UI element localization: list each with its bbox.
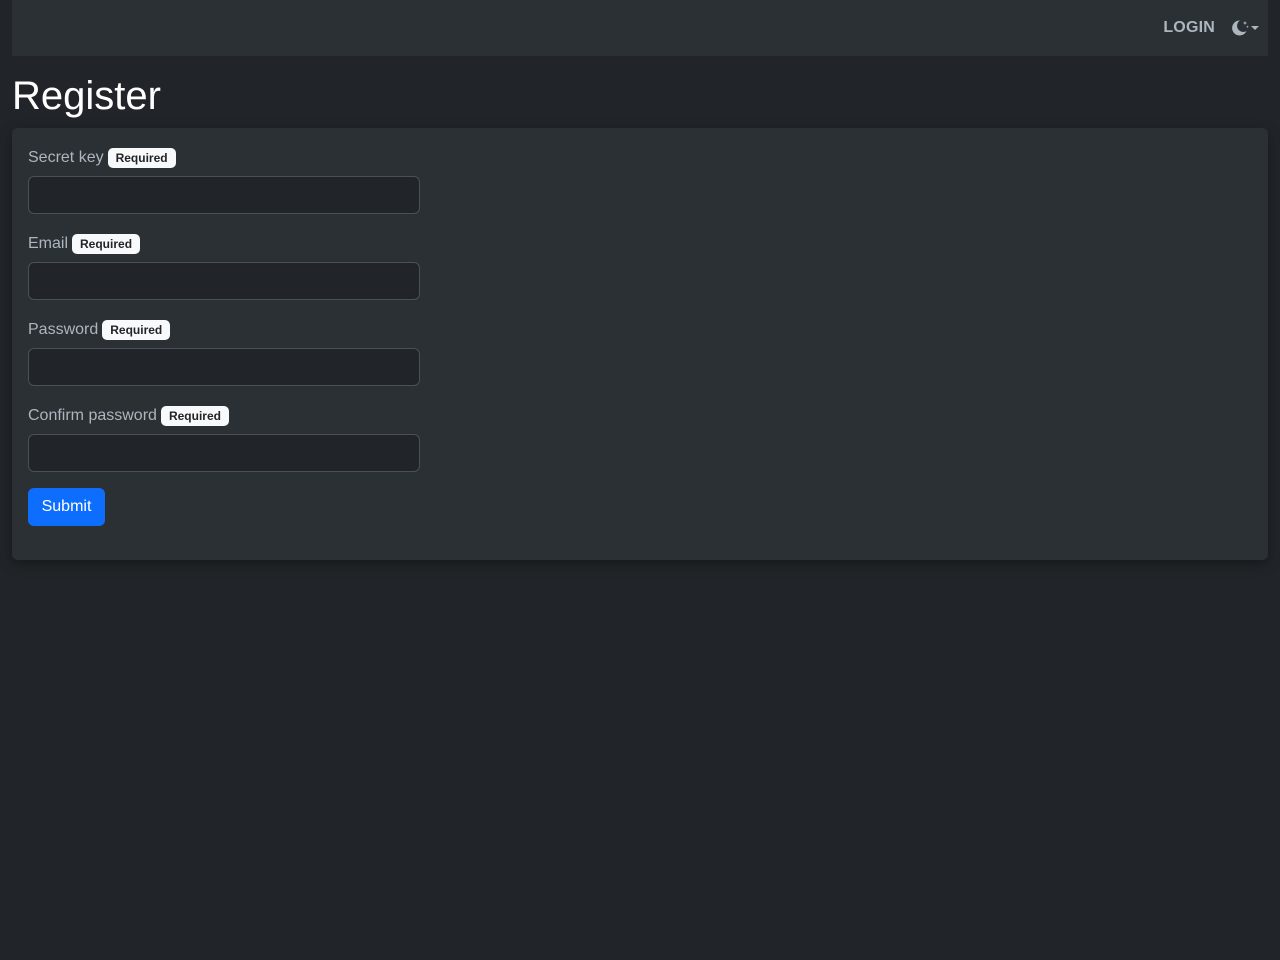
top-navbar: LOGIN — [12, 0, 1268, 56]
required-badge: Required — [102, 320, 171, 340]
secret-key-label: Secret key — [28, 149, 104, 166]
password-label: Password — [28, 321, 99, 338]
register-form-card: Secret key Required Email Required Passw… — [12, 128, 1268, 560]
caret-down-icon — [1251, 26, 1259, 30]
secret-key-input[interactable] — [28, 176, 420, 214]
required-badge: Required — [72, 234, 141, 254]
login-link[interactable]: LOGIN — [1163, 18, 1215, 38]
confirm-password-input[interactable] — [28, 434, 420, 472]
page-title: Register — [12, 74, 161, 118]
confirm-password-field: Confirm password Required — [28, 406, 420, 472]
confirm-password-label: Confirm password — [28, 407, 157, 424]
email-label: Email — [28, 235, 69, 252]
password-input[interactable] — [28, 348, 420, 386]
theme-toggle-dropdown[interactable] — [1230, 17, 1260, 39]
submit-button[interactable]: Submit — [28, 488, 105, 526]
email-field: Email Required — [28, 234, 420, 300]
required-badge: Required — [160, 406, 229, 426]
secret-key-field: Secret key Required — [28, 148, 420, 214]
password-field: Password Required — [28, 320, 420, 386]
required-badge: Required — [107, 148, 176, 168]
email-input[interactable] — [28, 262, 420, 300]
moon-stars-icon — [1232, 20, 1249, 36]
